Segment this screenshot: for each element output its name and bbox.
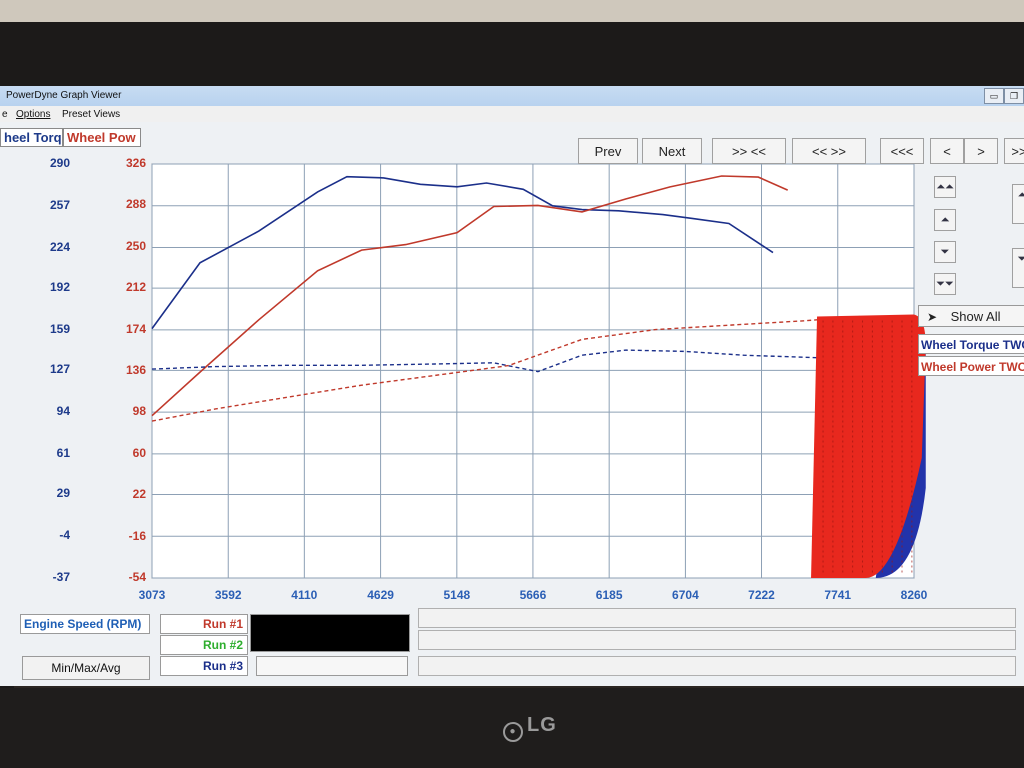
redacted-run-name	[250, 614, 410, 652]
monitor-bezel-top	[0, 22, 1024, 90]
run-2-info-bar	[418, 630, 1016, 650]
scroll-far-right-button[interactable]: >>	[1004, 138, 1024, 164]
prev-button[interactable]: Prev	[578, 138, 638, 164]
show-all-button[interactable]: ➤ Show All	[918, 305, 1024, 327]
run-1-label[interactable]: Run #1	[160, 614, 248, 634]
zoom-out-button[interactable]: << >>	[792, 138, 866, 164]
legend-wheel-torque[interactable]: Wheel Torque TWC	[918, 334, 1024, 354]
cursor-icon: ➤	[927, 310, 938, 324]
dyno-chart	[151, 163, 926, 579]
scroll-right-button[interactable]: >	[964, 138, 998, 164]
scroll-left-button[interactable]: <	[930, 138, 964, 164]
x-axis-channel-label[interactable]: Engine Speed (RPM)	[20, 614, 150, 634]
run-2-label[interactable]: Run #2	[160, 635, 248, 655]
show-all-label: Show All	[950, 309, 1001, 324]
zoom-in-button[interactable]: >> <<	[712, 138, 786, 164]
step-up-icon[interactable]: ⏶	[934, 209, 956, 231]
run-1-info-bar	[418, 608, 1016, 628]
scroll-far-left-button[interactable]: <<<	[880, 138, 924, 164]
right-page-down-icon[interactable]: ⏷	[1012, 248, 1024, 288]
min-max-avg-button[interactable]: Min/Max/Avg	[22, 656, 150, 680]
next-button[interactable]: Next	[642, 138, 702, 164]
run-3-label[interactable]: Run #3	[160, 656, 248, 676]
app-window: PowerDyne Graph Viewer ▭ ❐ e Options Pre…	[0, 86, 1024, 686]
page-down-icon[interactable]: ⏷⏷	[934, 273, 956, 295]
step-down-icon[interactable]: ⏷	[934, 241, 956, 263]
run-3-name-field[interactable]	[256, 656, 408, 676]
right-page-up-icon[interactable]: ⏶	[1012, 184, 1024, 224]
legend-wheel-power[interactable]: Wheel Power TWC	[918, 356, 1024, 376]
monitor-brand-logo: ● LG	[503, 714, 557, 742]
page-up-icon[interactable]: ⏶⏶	[934, 176, 956, 198]
run-3-info-bar	[418, 656, 1016, 676]
